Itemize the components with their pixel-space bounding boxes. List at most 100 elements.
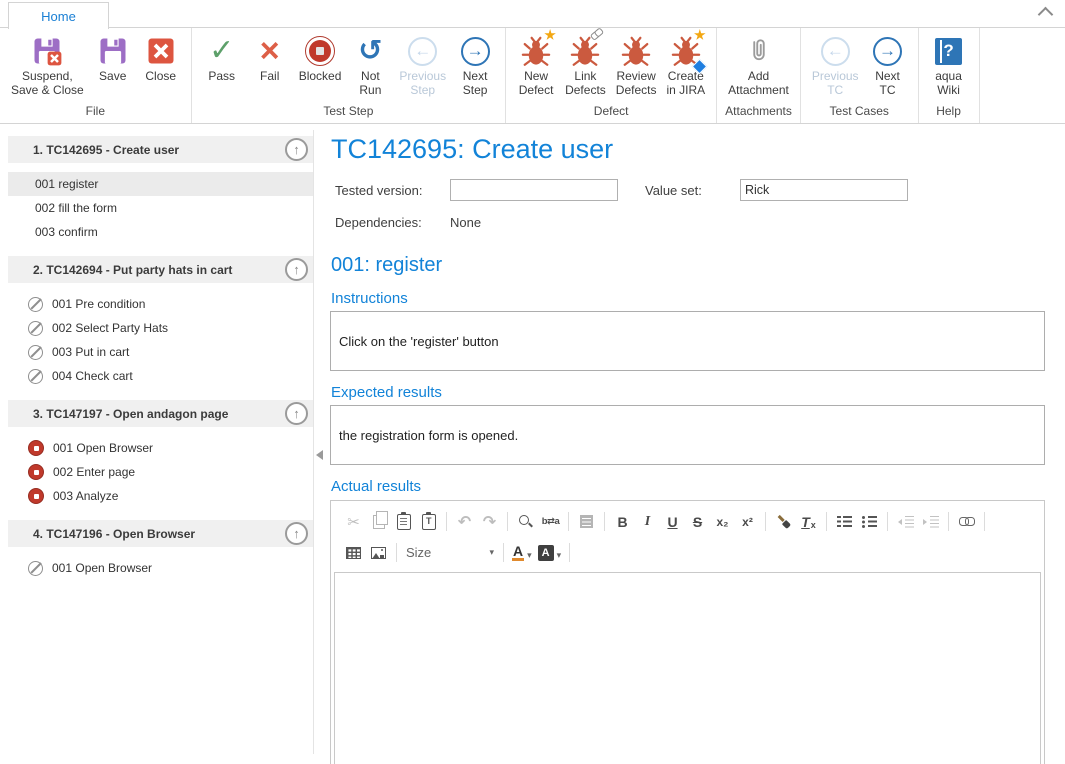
undo-glyph: ↶ <box>458 512 471 532</box>
up-arrow-button[interactable]: ↑ <box>285 402 308 425</box>
test-case-group-4: 4. TC147196 - Open Browser ↑ 001 Open Br… <box>8 520 314 580</box>
underline-icon[interactable]: U <box>661 510 684 533</box>
add-attachment-button[interactable]: Add Attachment <box>723 31 794 99</box>
up-arrow-button[interactable]: ↑ <box>285 522 308 545</box>
tab-home-label: Home <box>41 9 76 24</box>
test-case-header[interactable]: 4. TC147196 - Open Browser ↑ <box>8 520 314 547</box>
test-case-group-1: 1. TC142695 - Create user ↑ 001 register… <box>8 136 314 244</box>
blocked-icon <box>28 488 44 504</box>
collapse-ribbon-icon[interactable] <box>1038 7 1054 23</box>
next-step-button[interactable]: → Next Step <box>451 31 499 99</box>
not-run-button[interactable]: ↺ Not Run <box>346 31 394 99</box>
font-size-select[interactable]: Size ▾ <box>402 541 498 564</box>
tested-version-field[interactable] <box>450 179 618 201</box>
find-icon[interactable] <box>514 510 537 533</box>
button-label: Link Defects <box>565 69 606 97</box>
step-item[interactable]: 001 register <box>8 172 314 196</box>
blocked-button[interactable]: Blocked <box>294 31 347 85</box>
superscript-icon[interactable]: x² <box>736 510 759 533</box>
paste-icon[interactable] <box>392 510 415 533</box>
step-item[interactable]: 001 Open Browser <box>8 436 314 460</box>
step-item[interactable]: 004 Check cart <box>8 364 314 388</box>
text-color-button[interactable]: A ▾ <box>512 544 532 561</box>
step-item[interactable]: 003 Analyze <box>8 484 314 508</box>
paste-as-text-icon[interactable]: T <box>417 510 440 533</box>
test-case-header[interactable]: 2. TC142694 - Put party hats in cart ↑ <box>8 256 314 283</box>
ribbon-group-test-step-buttons: ✓ Pass × Fail Blocked ↺ Not Run ← Pre <box>194 28 503 102</box>
sidebar-divider <box>313 130 314 754</box>
step-item[interactable]: 002 Enter page <box>8 460 314 484</box>
next-tc-button[interactable]: → Next TC <box>864 31 912 99</box>
page-title: TC142695: Create user <box>331 134 1045 165</box>
ribbon-group-label: Defect <box>508 102 714 123</box>
link-icon[interactable] <box>955 510 978 533</box>
bullet-list-glyph <box>862 515 877 528</box>
ribbon-group-file-buttons: Suspend, Save & Close Save Close <box>2 28 189 102</box>
insert-image-icon[interactable] <box>367 541 390 564</box>
toolbar-separator <box>826 512 827 531</box>
aqua-wiki-button[interactable]: ? aqua Wiki <box>925 31 973 99</box>
step-item[interactable]: 003 Put in cart <box>8 340 314 364</box>
format-painter-icon[interactable] <box>772 510 795 533</box>
value-set-field[interactable] <box>740 179 908 201</box>
chevron-down-icon: ▾ <box>489 547 494 558</box>
instructions-heading: Instructions <box>331 290 1045 307</box>
step-item[interactable]: 001 Open Browser <box>8 556 314 580</box>
fail-button[interactable]: × Fail <box>246 31 294 85</box>
background-color-glyph: A <box>538 545 554 561</box>
ribbon: Suspend, Save & Close Save Close File <box>0 28 1065 124</box>
create-in-jira-button[interactable]: Create in JIRA <box>661 31 710 99</box>
dependencies-row: Dependencies: None <box>330 213 1045 233</box>
tab-home[interactable]: Home <box>8 2 109 29</box>
undo-icon[interactable]: ↶ <box>453 510 476 533</box>
sidebar-collapse-handle[interactable] <box>316 450 323 460</box>
button-label: Fail <box>260 69 279 83</box>
increase-indent-icon[interactable] <box>919 510 942 533</box>
paste-glyph <box>397 514 411 530</box>
font-size-label: Size <box>406 545 431 560</box>
numbered-list-icon[interactable] <box>833 510 856 533</box>
replace-icon[interactable]: b⇄a <box>539 510 562 533</box>
decrease-indent-glyph <box>898 515 914 529</box>
background-color-button[interactable]: A ▾ <box>538 545 562 561</box>
button-label: Next TC <box>875 69 900 97</box>
step-item[interactable]: 001 Pre condition <box>8 292 314 316</box>
up-arrow-button[interactable]: ↑ <box>285 138 308 161</box>
cut-icon[interactable]: ✂ <box>342 510 365 533</box>
close-button[interactable]: Close <box>137 31 185 85</box>
expected-results-box: the registration form is opened. <box>330 405 1045 465</box>
italic-icon[interactable]: I <box>636 510 659 533</box>
pass-button[interactable]: ✓ Pass <box>198 31 246 85</box>
remove-format-icon[interactable]: Tx <box>797 510 820 533</box>
previous-tc-button[interactable]: ← Previous TC <box>807 31 864 99</box>
copy-glyph <box>373 515 385 529</box>
new-defect-button[interactable]: New Defect <box>512 31 560 99</box>
step-item[interactable]: 002 Select Party Hats <box>8 316 314 340</box>
paperclip-icon <box>744 33 774 69</box>
strikethrough-icon[interactable]: S <box>686 510 709 533</box>
previous-step-button[interactable]: ← Previous Step <box>394 31 451 99</box>
bold-icon[interactable]: B <box>611 510 634 533</box>
up-arrow-button[interactable]: ↑ <box>285 258 308 281</box>
step-item[interactable]: 003 confirm <box>8 220 314 244</box>
redo-icon[interactable]: ↷ <box>478 510 501 533</box>
subscript-icon[interactable]: x₂ <box>711 510 734 533</box>
test-case-title: 4. TC147196 - Open Browser <box>33 527 195 541</box>
save-button[interactable]: Save <box>89 31 137 85</box>
bullet-list-icon[interactable] <box>858 510 881 533</box>
arrow-left-glyph: ← <box>821 37 850 66</box>
test-case-title: 2. TC142694 - Put party hats in cart <box>33 263 232 277</box>
test-case-header[interactable]: 3. TC147197 - Open andagon page ↑ <box>8 400 314 427</box>
review-defects-button[interactable]: Review Defects <box>611 31 662 99</box>
test-case-header[interactable]: 1. TC142695 - Create user ↑ <box>8 136 314 163</box>
ribbon-group-help: ? aqua Wiki Help <box>919 28 980 123</box>
link-defects-button[interactable]: Link Defects <box>560 31 611 99</box>
copy-icon[interactable] <box>367 510 390 533</box>
toolbar-separator <box>396 543 397 562</box>
insert-table-icon[interactable] <box>342 541 365 564</box>
select-all-icon[interactable] <box>575 510 598 533</box>
step-item[interactable]: 002 fill the form <box>8 196 314 220</box>
suspend-save-close-button[interactable]: Suspend, Save & Close <box>6 31 89 99</box>
actual-results-content[interactable] <box>334 572 1041 764</box>
decrease-indent-icon[interactable] <box>894 510 917 533</box>
